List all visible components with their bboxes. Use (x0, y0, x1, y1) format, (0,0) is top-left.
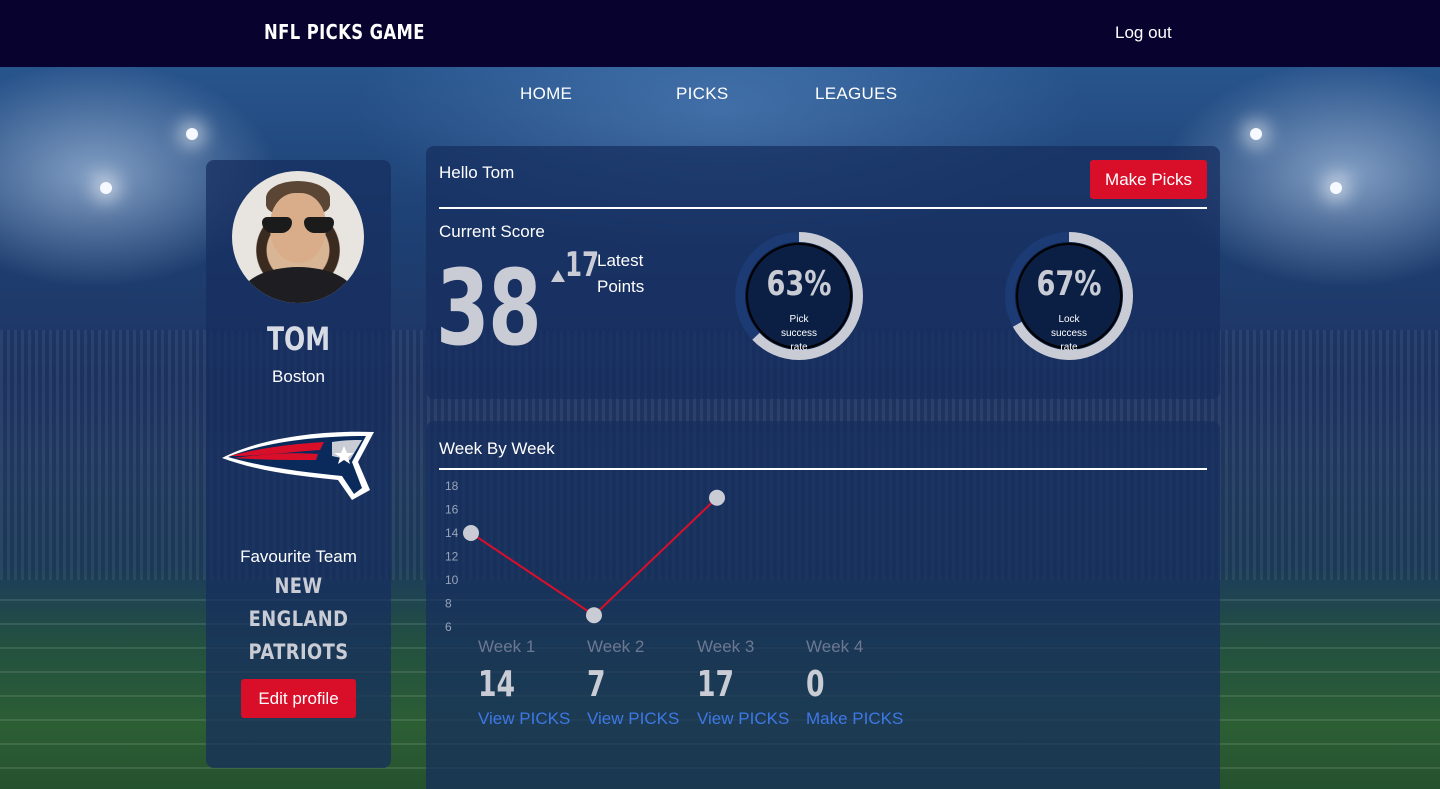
avatar-glasses (262, 217, 334, 233)
weekly-score-chart: 6 8 10 12 14 16 18 (445, 481, 725, 634)
greeting: Hello Tom (439, 163, 515, 182)
y-tick-label: 12 (445, 550, 459, 564)
week-summary-1: Week 1 14 View PICKS (478, 637, 588, 729)
lock-success-caption-line-2: success (1050, 328, 1088, 339)
patriots-logo-icon (222, 431, 374, 500)
make-picks-button[interactable]: Make Picks (1090, 160, 1207, 199)
week-by-week-title: Week By Week (439, 439, 555, 458)
nav-home[interactable]: HOME (520, 84, 572, 104)
profile-card: TOM Boston Favourite Team NEW ENGLAND PA… (206, 160, 391, 768)
y-tick-label: 14 (445, 526, 459, 540)
avatar-jacket (240, 267, 356, 303)
favourite-team-label: Favourite Team (240, 547, 357, 566)
pick-success-percent: 63% (766, 264, 832, 304)
score-card: Hello Tom Make Picks Current Score 38 17… (426, 146, 1220, 399)
pick-success-caption-line-3: rate (790, 342, 808, 353)
lock-success-caption: Lock success rate (1039, 313, 1099, 355)
y-tick-label: 8 (445, 597, 452, 611)
profile-name: TOM (266, 320, 331, 358)
lock-success-caption-line-3: rate (1060, 342, 1078, 353)
nav-leagues[interactable]: LEAGUES (815, 84, 897, 104)
week-score: 0 (806, 664, 825, 705)
divider (439, 468, 1207, 470)
logout-link[interactable]: Log out (1115, 23, 1172, 43)
pick-success-caption-line-2: success (780, 328, 818, 339)
data-point (709, 489, 725, 506)
week-name: Week 2 (587, 637, 645, 656)
current-score-label: Current Score (439, 222, 545, 241)
divider (439, 207, 1207, 209)
favourite-team-name: NEW ENGLAND PATRIOTS (228, 570, 368, 669)
current-score-value: 38 (436, 247, 542, 369)
make-picks-link[interactable]: Make PICKS (806, 709, 916, 729)
week-name: Week 4 (806, 637, 864, 656)
brand-title[interactable]: NFL PICKS GAME (264, 20, 425, 44)
week-name: Week 3 (697, 637, 755, 656)
edit-profile-button[interactable]: Edit profile (241, 679, 356, 718)
y-tick-label: 6 (445, 620, 452, 634)
latest-points-label-line-1: Latest (597, 251, 644, 270)
pick-success-gauge: 63% Pick success rate (732, 219, 866, 373)
nav-picks[interactable]: PICKS (676, 84, 729, 104)
favourite-team-line-1: NEW ENGLAND (248, 574, 349, 631)
stadium-light (186, 128, 198, 140)
favourite-team-line-2: PATRIOTS (248, 640, 349, 664)
profile-city: Boston (272, 367, 325, 386)
latest-points-label: Latest Points (597, 248, 644, 300)
y-tick-label: 16 (445, 503, 459, 517)
week-summary-3: Week 3 17 View PICKS (697, 637, 807, 729)
week-summary-4: Week 4 0 Make PICKS (806, 637, 916, 729)
week-by-week-card: Week By Week 6 8 10 12 14 16 18 Week 1 14 View… (426, 421, 1220, 789)
latest-points-value: 17 (565, 245, 600, 285)
week-summary-2: Week 2 7 View PICKS (587, 637, 697, 729)
arrow-up-icon (551, 270, 565, 282)
week-score: 14 (478, 664, 516, 705)
y-tick-label: 18 (445, 481, 459, 493)
lock-success-caption-line-1: Lock (1058, 314, 1080, 325)
view-picks-link[interactable]: View PICKS (587, 709, 697, 729)
view-picks-link[interactable]: View PICKS (697, 709, 807, 729)
user-avatar (232, 171, 364, 303)
week-name: Week 1 (478, 637, 536, 656)
pick-success-caption: Pick success rate (769, 313, 829, 355)
lock-success-gauge: 67% Lock success rate (1002, 219, 1136, 373)
stadium-light (1250, 128, 1262, 140)
y-tick-label: 10 (445, 573, 459, 587)
top-bar: NFL PICKS GAME Log out (0, 0, 1440, 67)
latest-points-label-line-2: Points (597, 277, 645, 296)
week-score: 17 (697, 664, 735, 705)
stadium-light (100, 182, 112, 194)
view-picks-link[interactable]: View PICKS (478, 709, 588, 729)
stadium-light (1330, 182, 1342, 194)
series-line (470, 497, 718, 617)
week-score: 7 (587, 664, 606, 705)
data-point (463, 525, 479, 541)
pick-success-caption-line-1: Pick (789, 314, 809, 325)
data-point (586, 607, 602, 624)
lock-success-percent: 67% (1036, 264, 1102, 304)
